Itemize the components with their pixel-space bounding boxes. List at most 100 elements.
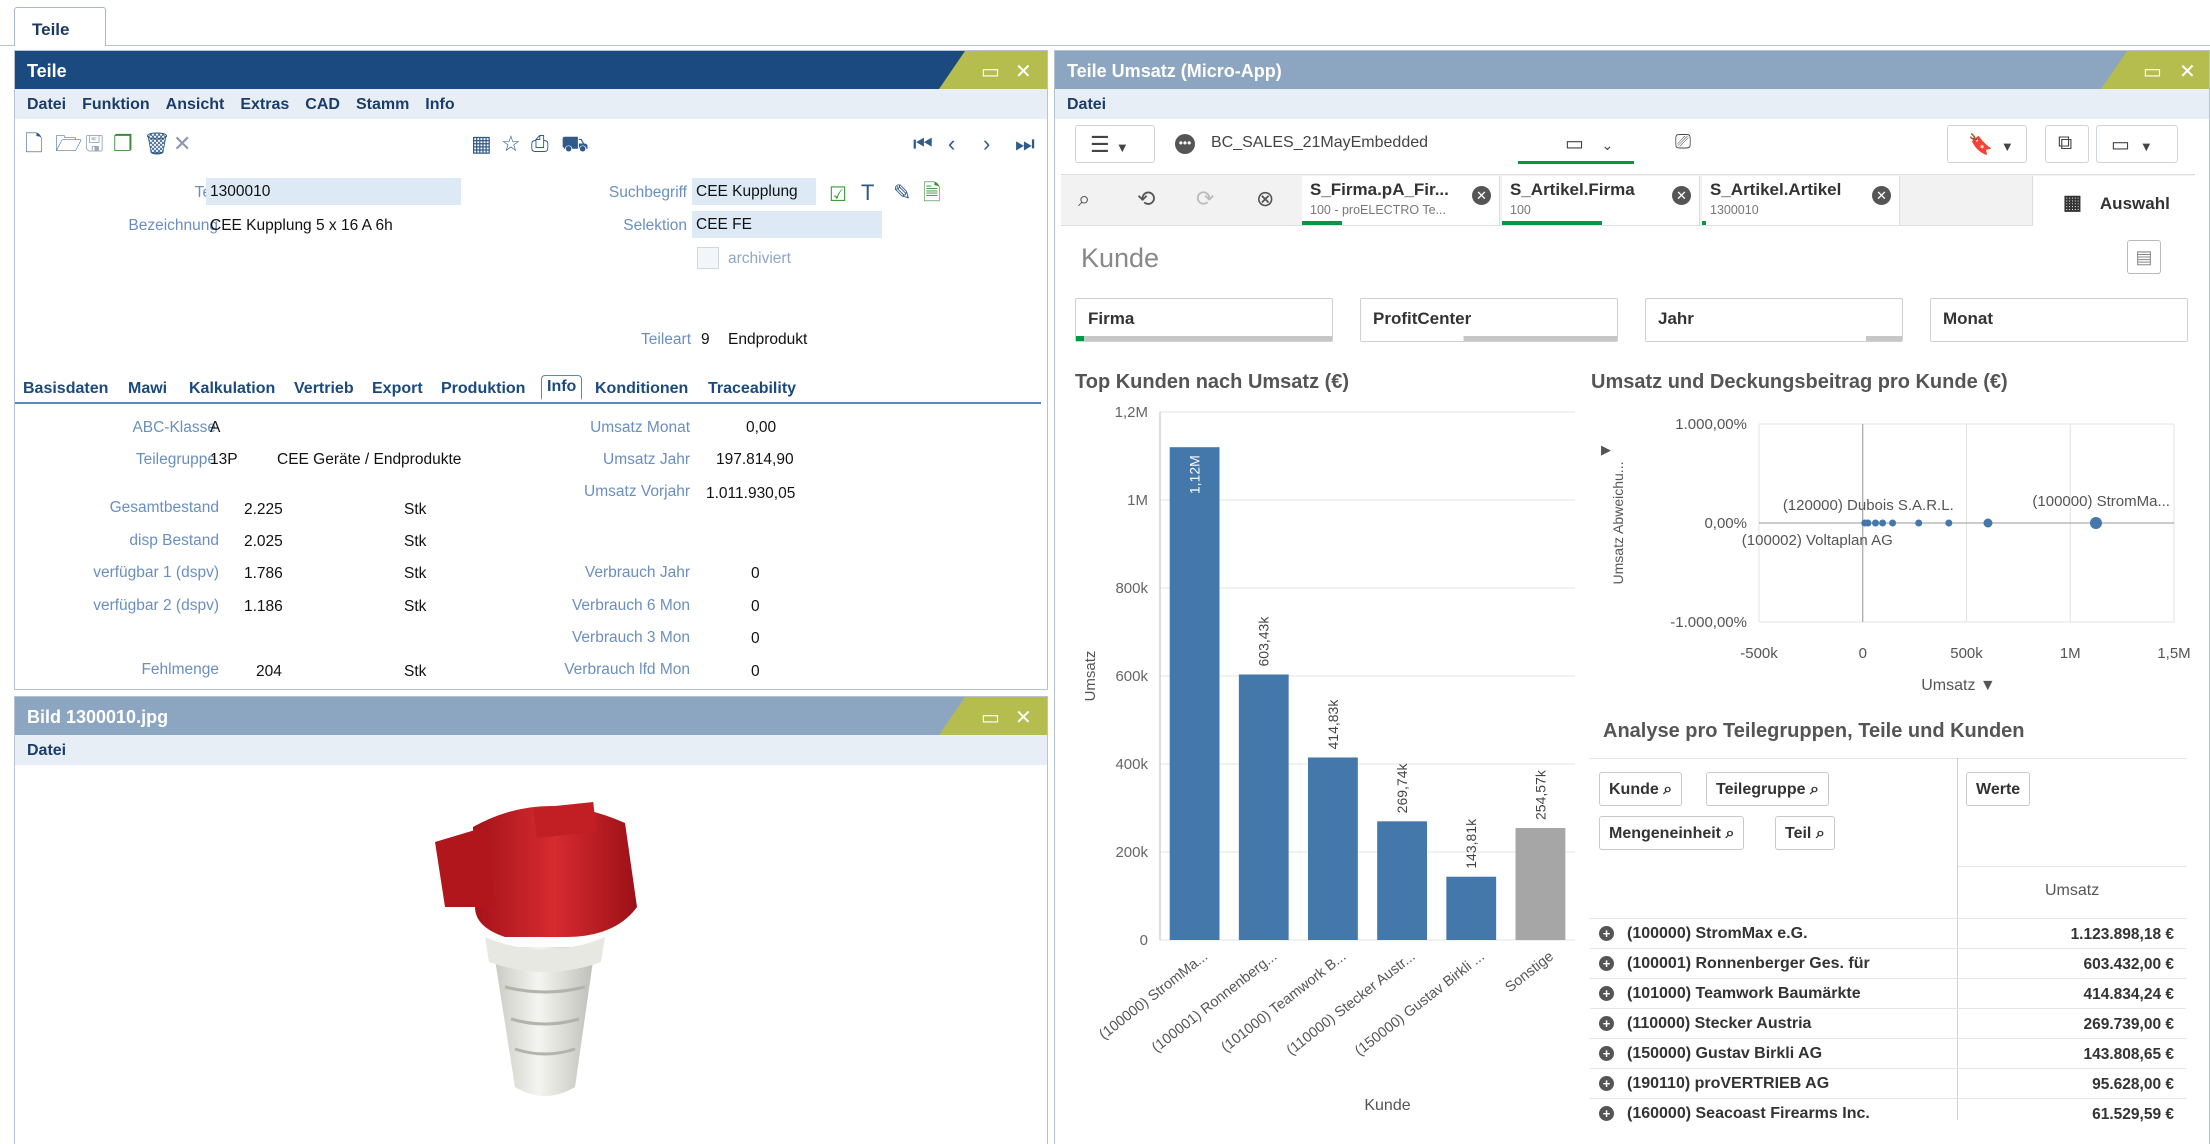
menu-cad[interactable]: CAD	[305, 96, 340, 113]
table-row[interactable]: + (100000) StromMax e.G. 1.123.898,18 €	[1590, 918, 2186, 948]
open-folder-icon[interactable]: 🗁	[55, 133, 82, 155]
clear-selections-icon[interactable]: ⊗	[1256, 188, 1274, 210]
selection-chip-firma[interactable]: S_Firma.pA_Fir... 100 - proELECTRO Te...…	[1302, 176, 1500, 225]
expand-icon[interactable]: +	[1599, 1016, 1614, 1031]
scatter-chart[interactable]: ▶ -500k 0 500k 1M 1,5M -1.000,00% 0,00% 1.000,00…	[1591, 400, 2191, 700]
text-icon[interactable]: T	[861, 182, 874, 204]
werte-pill[interactable]: Werte	[1966, 772, 2031, 806]
table-row[interactable]: + (100001) Ronnenberger Ges. für 603.432,0…	[1590, 948, 2186, 978]
suchbegriff-field[interactable]: CEE Kupplung	[692, 178, 816, 205]
table-row[interactable]: + (110000) Stecker Austria 269.739,00 €	[1590, 1008, 2186, 1038]
menu-info[interactable]: Info	[425, 96, 454, 113]
last-record-icon[interactable]: ⏭	[1015, 133, 1035, 155]
verbrauch-lfd-label: Verbrauch lfd Mon	[564, 661, 690, 678]
expand-icon[interactable]: +	[1599, 986, 1614, 1001]
delete-icon[interactable]: 🗑	[143, 133, 171, 155]
umsatz-vorjahr-label: Umsatz Vorjahr	[584, 483, 690, 500]
edit-icon[interactable]: ✎	[893, 182, 911, 204]
step-back-icon[interactable]: ⟲	[1137, 188, 1155, 210]
y-tick-label: -1.000,00%	[1670, 614, 1747, 631]
new-file-icon[interactable]: 🗋	[25, 133, 43, 155]
table-title: Analyse pro Teilegruppen, Teile und Kund…	[1603, 720, 2025, 742]
sheet-action-icon[interactable]: ▤	[2127, 240, 2161, 274]
menu-stamm[interactable]: Stamm	[356, 96, 409, 113]
tab-traceability[interactable]: Traceability	[708, 380, 796, 398]
column-header-umsatz[interactable]: Umsatz	[2045, 882, 2099, 900]
first-record-icon[interactable]: ⏮	[913, 133, 933, 155]
device-button[interactable]: ▭ ▼	[2096, 125, 2178, 163]
auswahl-button[interactable]: ▦ Auswahl	[2032, 176, 2195, 226]
menu-datei[interactable]: Datei	[27, 742, 66, 759]
document-excel-icon[interactable]: 🗎	[923, 182, 941, 204]
expand-icon[interactable]: +	[1599, 956, 1614, 971]
car-icon[interactable]: ⛟	[561, 133, 589, 155]
tab-info[interactable]: Info	[541, 375, 583, 400]
archiviert-checkbox[interactable]	[697, 247, 719, 269]
save-icon[interactable]: 🖫	[85, 133, 104, 155]
table-row[interactable]: + (160000) Seacoast Firearms Inc. 61.529,5…	[1590, 1098, 2186, 1128]
filter-firma[interactable]: Firma	[1075, 298, 1333, 342]
umsatz-vorjahr-value: 1.011.930,05	[706, 485, 796, 502]
tab-basisdaten[interactable]: Basisdaten	[23, 380, 108, 398]
print-icon[interactable]: ⎙	[531, 133, 549, 155]
tab-kalkulation[interactable]: Kalkulation	[189, 380, 275, 398]
cancel-icon[interactable]: ✕	[173, 133, 191, 155]
expand-icon[interactable]: +	[1599, 1076, 1614, 1091]
star-icon[interactable]: ☆	[501, 133, 521, 155]
checkbox-checked-icon[interactable]: ☑	[829, 184, 847, 206]
next-record-icon[interactable]: ›	[983, 133, 990, 155]
menu-datei[interactable]: Datei	[27, 96, 66, 113]
duplicate-button[interactable]: ⧉	[2045, 125, 2089, 163]
table-row[interactable]: + (101000) Teamwork Baumärkte 414.834,24 €	[1590, 978, 2186, 1008]
maximize-icon[interactable]: ▭	[2143, 59, 2162, 84]
filter-monat[interactable]: Monat	[1930, 298, 2188, 342]
pill-label: Werte	[1976, 781, 2021, 798]
present-icon[interactable]: ⎚	[1675, 131, 1691, 154]
x-tick-label: 1M	[2060, 645, 2081, 662]
close-icon[interactable]: ✕	[1015, 59, 1032, 84]
bookmark-button[interactable]: 🔖 ▼	[1947, 125, 2027, 163]
smart-search-icon[interactable]: ⌕	[1078, 188, 1090, 210]
remove-selection-icon[interactable]: ✕	[1472, 186, 1491, 205]
menu-funktion[interactable]: Funktion	[82, 96, 150, 113]
close-icon[interactable]: ✕	[1015, 705, 1032, 730]
menu-extras[interactable]: Extras	[240, 96, 289, 113]
teil-field[interactable]: 1300010	[206, 178, 461, 205]
menu-button[interactable]: ☰ ▼	[1075, 125, 1155, 163]
sheet-view-icon[interactable]: ▭ ⌄	[1565, 131, 1613, 156]
step-forward-icon[interactable]: ⟳	[1196, 188, 1214, 210]
expand-icon[interactable]: +	[1599, 926, 1614, 941]
selektion-field[interactable]: CEE FE	[692, 211, 882, 238]
prev-record-icon[interactable]: ‹	[948, 133, 955, 155]
tab-vertrieb[interactable]: Vertrieb	[294, 380, 354, 398]
x-tick-label: 500k	[1950, 645, 1983, 662]
window-title: Teile	[27, 61, 67, 81]
table-row[interactable]: + (190110) proVERTRIEB AG 95.628,00 €	[1590, 1068, 2186, 1098]
tab-export[interactable]: Export	[372, 380, 423, 398]
dim-teil-pill[interactable]: Teil ⌕	[1775, 816, 1835, 850]
filter-profitcenter[interactable]: ProfitCenter	[1360, 298, 1618, 342]
dim-teilegruppe-pill[interactable]: Teilegruppe ⌕	[1706, 772, 1829, 806]
tab-konditionen[interactable]: Konditionen	[595, 380, 688, 398]
selection-chip-artikel[interactable]: S_Artikel.Artikel 1300010 ✕	[1702, 176, 1900, 225]
menu-ansicht[interactable]: Ansicht	[166, 96, 225, 113]
workspace-tab-teile[interactable]: Teile	[14, 7, 106, 46]
dim-kunde-pill[interactable]: Kunde ⌕	[1599, 772, 1683, 806]
dim-mengeneinheit-pill[interactable]: Mengeneinheit ⌕	[1599, 816, 1745, 850]
selection-chip-artikel-firma[interactable]: S_Artikel.Firma 100 ✕	[1502, 176, 1700, 225]
maximize-icon[interactable]: ▭	[981, 705, 1000, 730]
bar-chart[interactable]: 0 200k 400k 600k 800k 1M 1,2M Umsatz 1,12M (10000…	[1075, 400, 1595, 1125]
tab-mawi[interactable]: Mawi	[128, 380, 167, 398]
close-icon[interactable]: ✕	[2179, 59, 2196, 84]
remove-selection-icon[interactable]: ✕	[1672, 186, 1691, 205]
remove-selection-icon[interactable]: ✕	[1872, 186, 1891, 205]
filter-jahr[interactable]: Jahr	[1645, 298, 1903, 342]
expand-icon[interactable]: +	[1599, 1046, 1614, 1061]
copy-icon[interactable]: ❐	[113, 133, 133, 155]
calendar-icon[interactable]: ▦	[471, 133, 492, 155]
table-row[interactable]: + (150000) Gustav Birkli AG 143.808,65 €	[1590, 1038, 2186, 1068]
expand-icon[interactable]: +	[1599, 1106, 1614, 1121]
tab-produktion[interactable]: Produktion	[441, 380, 525, 398]
menu-datei[interactable]: Datei	[1067, 96, 1106, 113]
maximize-icon[interactable]: ▭	[981, 59, 1000, 84]
